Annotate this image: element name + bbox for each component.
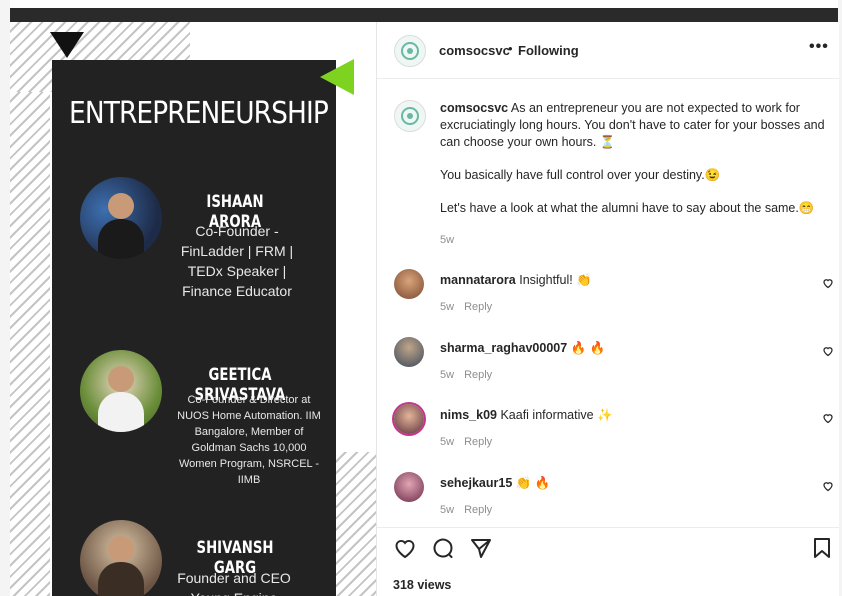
caption-username[interactable]: comsocsvc xyxy=(440,101,508,115)
person-photo-shivansh xyxy=(80,520,162,596)
person-role: Co-Founder & Director at NUOS Home Autom… xyxy=(160,392,338,488)
role-line: Young Engine xyxy=(168,588,300,596)
comment-time: 5w xyxy=(440,504,455,516)
caption-paragraph: comsocsvc As an entrepreneur you are not… xyxy=(440,100,832,151)
reply-button[interactable]: Reply xyxy=(464,301,492,313)
comment-meta: 5w Reply xyxy=(440,504,502,516)
comment-meta: 5w Reply xyxy=(440,369,502,381)
caption-timestamp: 5w xyxy=(440,234,455,246)
top-bar xyxy=(10,8,838,22)
person-body xyxy=(98,219,144,259)
triangle-down-decoration xyxy=(50,32,84,58)
comment-meta: 5w Reply xyxy=(440,436,502,448)
role-line: Finance Educator xyxy=(182,283,292,299)
post-header: comsocsvc • Following ••• xyxy=(377,22,839,79)
person-body xyxy=(98,392,144,432)
comment-like-icon[interactable] xyxy=(822,480,834,495)
window-frame-left xyxy=(0,0,10,596)
person-body xyxy=(98,562,144,596)
triangle-left-decoration xyxy=(320,59,354,95)
commenter-avatar[interactable] xyxy=(394,269,424,299)
person-head xyxy=(108,536,134,562)
comment-body: Kaafi informative ✨ xyxy=(500,408,613,422)
header-username[interactable]: comsocsvc xyxy=(439,43,510,58)
account-avatar[interactable] xyxy=(394,35,426,67)
comment-like-icon[interactable] xyxy=(822,345,834,360)
views-count: 318 views xyxy=(393,578,452,592)
comment-username[interactable]: sharma_raghav00007 xyxy=(440,341,567,355)
comment-body: 🔥 🔥 xyxy=(570,341,606,355)
send-icon[interactable] xyxy=(469,536,493,565)
commenter-avatar[interactable] xyxy=(394,404,424,434)
role-line: Co-Founder & Director at xyxy=(187,394,311,406)
comment-body: Insightful! 👏 xyxy=(519,273,592,287)
post-actions xyxy=(377,527,839,572)
comment-like-icon[interactable] xyxy=(822,277,834,292)
person-photo-geetica xyxy=(80,350,162,432)
comment-text: nims_k09 Kaafi informative ✨ xyxy=(440,408,613,423)
reply-button[interactable]: Reply xyxy=(464,369,492,381)
role-line: FinLadder | FRM | xyxy=(180,243,294,259)
more-options-icon[interactable]: ••• xyxy=(809,38,829,56)
comment-text: mannatarora Insightful! 👏 xyxy=(440,273,592,288)
comment-time: 5w xyxy=(440,436,455,448)
comment-icon[interactable] xyxy=(431,536,455,565)
stripe-pattern-right xyxy=(336,452,376,596)
role-line: Goldman Sachs 10,000 xyxy=(191,442,307,454)
heart-icon[interactable] xyxy=(393,536,417,565)
post-details-panel: comsocsvc • Following ••• comsocsvc As a… xyxy=(376,22,839,596)
following-button[interactable]: Following xyxy=(518,43,579,58)
post-image-title: ENTREPRENEURSHIP xyxy=(69,96,329,131)
role-line: IIMB xyxy=(237,474,261,486)
comment-text: sharma_raghav00007 🔥 🔥 xyxy=(440,341,605,356)
comment-body: 👏 🔥 xyxy=(515,476,551,490)
post-image: ENTREPRENEURSHIP ISHAAN ARORA Co-Founder… xyxy=(10,22,376,596)
comment-username[interactable]: mannatarora xyxy=(440,273,516,287)
dark-card xyxy=(52,60,336,596)
logo-dot xyxy=(407,48,413,54)
reply-button[interactable]: Reply xyxy=(464,436,492,448)
role-line: TEDx Speaker | xyxy=(187,263,287,279)
bookmark-icon[interactable] xyxy=(811,536,833,565)
comment-username[interactable]: nims_k09 xyxy=(440,408,497,422)
header-separator: • xyxy=(508,41,513,56)
commenter-avatar[interactable] xyxy=(394,472,424,502)
comment-like-icon[interactable] xyxy=(822,412,834,427)
caption-paragraph: Let's have a look at what the alumni hav… xyxy=(440,201,815,215)
comment-username[interactable]: sehejkaur15 xyxy=(440,476,512,490)
person-head xyxy=(108,193,134,219)
person-role: Co-Founder - FinLadder | FRM | TEDx Spea… xyxy=(168,221,306,301)
post-caption: comsocsvc As an entrepreneur you are not… xyxy=(440,100,832,233)
role-line: Founder and CEO xyxy=(177,570,291,586)
role-line: NUOS Home Automation. IIM xyxy=(177,410,321,422)
comment-meta: 5w Reply xyxy=(440,301,502,313)
role-line: Bangalore, Member of xyxy=(194,426,304,438)
logo-dot xyxy=(407,113,413,119)
person-head xyxy=(108,366,134,392)
comment-text: sehejkaur15 👏 🔥 xyxy=(440,476,550,491)
comment-item: sharma_raghav00007 🔥 🔥 5w Reply xyxy=(377,337,839,405)
person-role: Founder and CEO Young Engine xyxy=(168,568,300,596)
role-line: Co-Founder - xyxy=(195,223,279,239)
comment-time: 5w xyxy=(440,369,455,381)
reply-button[interactable]: Reply xyxy=(464,504,492,516)
comment-item: nims_k09 Kaafi informative ✨ 5w Reply xyxy=(377,404,839,472)
person-photo-ishaan xyxy=(80,177,162,259)
role-line: Women Program, NSRCEL - xyxy=(179,458,319,470)
stripe-pattern-left xyxy=(10,92,50,596)
comment-time: 5w xyxy=(440,301,455,313)
comment-item: mannatarora Insightful! 👏 5w Reply xyxy=(377,269,839,337)
commenter-avatar[interactable] xyxy=(394,337,424,367)
caption-avatar[interactable] xyxy=(394,100,426,132)
caption-paragraph: You basically have full control over you… xyxy=(440,168,721,182)
